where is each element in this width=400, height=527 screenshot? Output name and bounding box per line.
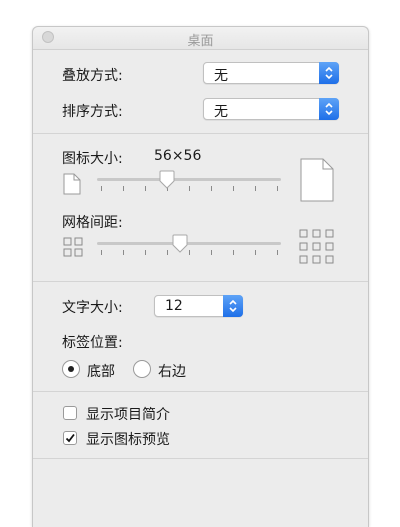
grid-spacing-slider-ticks: [97, 250, 281, 256]
radio-right[interactable]: [133, 360, 151, 378]
text-size-popup[interactable]: 12: [154, 295, 243, 317]
radio-bottom-label: 底部: [87, 364, 115, 380]
slider-tick: [101, 250, 102, 255]
radio-bottom[interactable]: [62, 360, 80, 378]
slider-tick: [233, 250, 234, 255]
slider-tick: [189, 250, 190, 255]
text-size-label: 文字大小:: [62, 300, 123, 316]
divider: [33, 281, 368, 282]
grid-spacious-icon: [299, 229, 334, 264]
slider-tick: [277, 250, 278, 255]
grid-compact-icon: [63, 237, 83, 257]
sort-by-value: 无: [214, 104, 228, 120]
radio-right-label: 右边: [158, 364, 186, 380]
grid-spacing-label: 网格间距:: [62, 215, 123, 231]
slider-tick: [101, 186, 102, 191]
divider: [33, 391, 368, 392]
icon-size-slider-knob[interactable]: [159, 170, 175, 190]
slider-tick: [189, 186, 190, 191]
slider-tick: [255, 186, 256, 191]
grid-spacing-slider-knob[interactable]: [172, 234, 188, 254]
slider-tick: [233, 186, 234, 191]
slider-tick: [211, 186, 212, 191]
divider: [33, 458, 368, 459]
sort-by-label: 排序方式:: [62, 104, 123, 120]
grid-spacing-slider-track[interactable]: [97, 242, 281, 245]
slider-tick: [277, 186, 278, 191]
large-document-icon: [300, 158, 334, 202]
icon-size-slider-track[interactable]: [97, 178, 281, 181]
arrange-by-label: 叠放方式:: [62, 68, 123, 84]
text-size-value: 12: [165, 298, 183, 314]
desktop-view-options-window: 桌面 叠放方式: 无 排序方式: 无 图标大小: 56×56 网格间距: 文字大…: [32, 26, 369, 527]
show-item-info-checkbox[interactable]: [63, 406, 77, 420]
show-icon-preview-checkbox[interactable]: [63, 431, 77, 445]
popup-arrows-icon: [319, 98, 339, 120]
icon-size-value: 56×56: [154, 148, 202, 164]
popup-arrows-icon: [319, 62, 339, 84]
slider-tick: [145, 186, 146, 191]
radio-selected-dot: [68, 366, 74, 372]
show-icon-preview-label: 显示图标预览: [86, 432, 170, 448]
checkmark-icon: [65, 433, 75, 443]
slider-tick: [167, 250, 168, 255]
slider-tick: [123, 186, 124, 191]
arrange-by-value: 无: [214, 68, 228, 84]
icon-size-slider-ticks: [97, 186, 281, 192]
show-item-info-label: 显示项目简介: [86, 407, 170, 423]
window-title: 桌面: [187, 34, 214, 49]
arrange-by-popup[interactable]: 无: [203, 62, 339, 84]
title-bar: 桌面: [33, 27, 368, 50]
slider-tick: [211, 250, 212, 255]
slider-tick: [123, 250, 124, 255]
icon-size-label: 图标大小:: [62, 151, 123, 167]
divider: [33, 133, 368, 134]
popup-arrows-icon: [223, 295, 243, 317]
small-document-icon: [63, 173, 81, 195]
slider-tick: [255, 250, 256, 255]
label-position-label: 标签位置:: [62, 335, 123, 351]
sort-by-popup[interactable]: 无: [203, 98, 339, 120]
slider-tick: [145, 250, 146, 255]
